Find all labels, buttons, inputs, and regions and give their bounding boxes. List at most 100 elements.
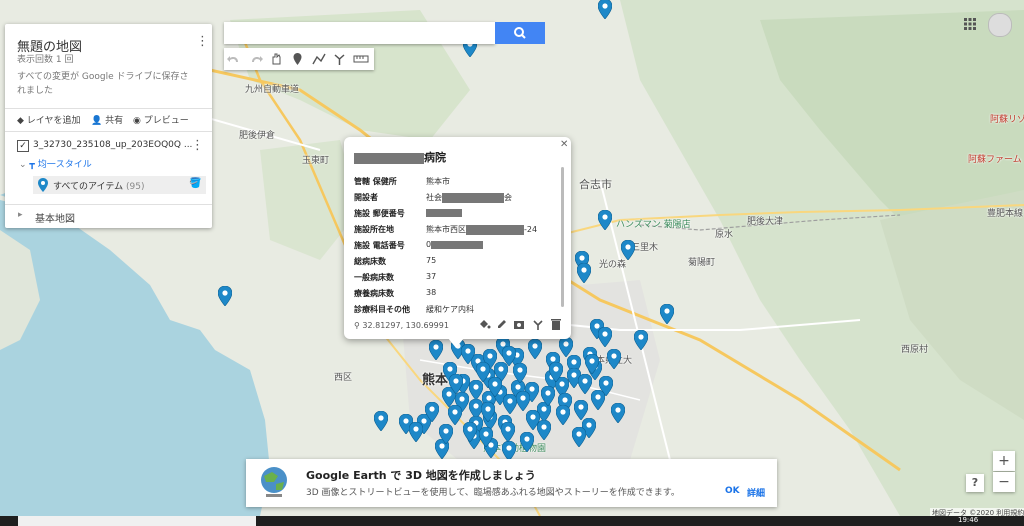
measure-button[interactable] bbox=[350, 48, 371, 70]
draw-line-button[interactable] bbox=[308, 48, 329, 70]
map-label-aso-villa: 阿蘇リゾート ヴィラ bbox=[990, 115, 1024, 125]
taskbar-search[interactable] bbox=[18, 516, 256, 526]
info-row-value-text: 37 bbox=[426, 272, 437, 281]
info-row-value-text: 38 bbox=[426, 288, 437, 297]
map-marker[interactable] bbox=[528, 339, 542, 359]
map-marker[interactable] bbox=[429, 340, 443, 360]
all-items-row[interactable]: すべてのアイテム (95) 🪣 bbox=[33, 176, 206, 194]
add-person-icon: 👤 bbox=[91, 116, 103, 126]
info-row-value-text: 社会 bbox=[426, 193, 442, 202]
map-marker[interactable] bbox=[541, 386, 555, 406]
directions-icon[interactable] bbox=[533, 320, 543, 330]
map-marker[interactable] bbox=[559, 337, 573, 357]
style-paint-icon[interactable] bbox=[480, 320, 491, 329]
map-marker[interactable] bbox=[611, 403, 625, 423]
promo-more-link[interactable]: 詳細 bbox=[747, 486, 765, 499]
map-marker[interactable] bbox=[526, 410, 540, 430]
map-marker[interactable] bbox=[425, 402, 439, 422]
map-marker[interactable] bbox=[607, 349, 621, 369]
map-marker[interactable] bbox=[449, 374, 463, 394]
edit-icon[interactable] bbox=[498, 320, 506, 328]
apps-grid-icon[interactable] bbox=[963, 17, 977, 31]
map-label-tokumatsu: 玉東町 bbox=[302, 156, 330, 166]
map-marker[interactable] bbox=[577, 263, 591, 283]
map-marker[interactable] bbox=[574, 400, 588, 420]
info-row: 開設者 社会 会 bbox=[354, 192, 559, 207]
view-count: 表示回数 1 回 bbox=[17, 55, 74, 65]
map-marker[interactable] bbox=[634, 330, 648, 350]
add-marker-button[interactable] bbox=[287, 48, 308, 70]
help-button[interactable]: ? bbox=[966, 474, 984, 492]
paint-bucket-icon[interactable]: 🪣 bbox=[189, 178, 201, 189]
info-row-key: 開設者 bbox=[354, 193, 378, 202]
map-marker[interactable] bbox=[448, 405, 462, 425]
map-label-higo-ozu: 肥後大津 bbox=[747, 217, 784, 227]
layer-name[interactable]: 3_32730_235108_up_203EOQ0Q ... bbox=[33, 140, 192, 150]
map-marker[interactable] bbox=[409, 422, 423, 442]
preview-label: プレビュー bbox=[143, 116, 189, 126]
style-link[interactable]: ⌄ ┳ 均一スタイル bbox=[19, 157, 92, 170]
promo-ok-button[interactable]: OK bbox=[725, 486, 740, 496]
search-input[interactable] bbox=[224, 22, 495, 44]
style-label: 均一スタイル bbox=[37, 160, 92, 170]
base-map-row[interactable]: ▸ 基本地図 bbox=[5, 204, 212, 225]
map-marker[interactable] bbox=[463, 422, 477, 442]
map-marker[interactable] bbox=[572, 427, 586, 447]
map-menu-icon[interactable]: ⋮ bbox=[196, 34, 209, 49]
map-marker[interactable] bbox=[621, 240, 635, 260]
undo-button[interactable] bbox=[224, 48, 245, 70]
directions-button[interactable] bbox=[329, 48, 350, 70]
map-marker[interactable] bbox=[218, 286, 232, 306]
zoom-in-button[interactable]: + bbox=[993, 451, 1015, 471]
map-marker[interactable] bbox=[549, 362, 563, 382]
layer-checkbox[interactable]: ✓ bbox=[17, 140, 29, 152]
redo-button[interactable] bbox=[245, 48, 266, 70]
map-marker[interactable] bbox=[503, 394, 517, 414]
info-row-value: 37 bbox=[426, 272, 436, 281]
map-marker[interactable] bbox=[520, 432, 534, 452]
preview-button[interactable]: ◉ プレビュー bbox=[133, 113, 189, 126]
layer-menu-icon[interactable]: ⋮ bbox=[191, 138, 204, 153]
pin-icon bbox=[38, 178, 48, 192]
map-marker[interactable] bbox=[585, 354, 599, 374]
map-marker[interactable] bbox=[439, 424, 453, 444]
search-button[interactable] bbox=[495, 22, 545, 44]
map-marker[interactable] bbox=[502, 441, 516, 461]
add-layer-button[interactable]: ◆ レイヤを追加 bbox=[17, 113, 81, 126]
avatar[interactable] bbox=[988, 13, 1012, 37]
map-marker[interactable] bbox=[598, 327, 612, 347]
map-marker[interactable] bbox=[501, 422, 515, 442]
map-label-sanri: 三里木 bbox=[631, 243, 659, 253]
layers-icon: ◆ bbox=[17, 116, 24, 126]
map-label-kyushu-exp: 九州自動車道 bbox=[245, 85, 300, 95]
close-icon[interactable]: ✕ bbox=[560, 139, 568, 150]
base-map-label: 基本地図 bbox=[35, 214, 75, 225]
info-scrollbar[interactable] bbox=[561, 167, 564, 307]
map-marker[interactable] bbox=[660, 304, 674, 324]
info-row-value: 熊本市 bbox=[426, 176, 450, 187]
map-marker[interactable] bbox=[476, 362, 490, 382]
map-marker[interactable] bbox=[598, 210, 612, 230]
redacted-block bbox=[426, 208, 462, 217]
map-marker[interactable] bbox=[479, 427, 493, 447]
share-button[interactable]: 👤 共有 bbox=[91, 113, 123, 126]
chevron-right-icon: ▸ bbox=[18, 210, 23, 220]
map-marker[interactable] bbox=[591, 390, 605, 410]
info-row: 総病床数 75 bbox=[354, 256, 559, 271]
map-marker[interactable] bbox=[598, 0, 612, 19]
info-row-value: 熊本市西区 -24 bbox=[426, 224, 537, 235]
map-marker[interactable] bbox=[513, 363, 527, 383]
map-marker[interactable] bbox=[502, 346, 516, 366]
map-marker[interactable] bbox=[481, 402, 495, 422]
map-label-goshi: 合志市 bbox=[579, 178, 612, 191]
map-marker[interactable] bbox=[556, 405, 570, 425]
map-marker[interactable] bbox=[516, 391, 530, 411]
zoom-out-button[interactable]: − bbox=[993, 472, 1015, 492]
coords-text: 32.81297, 130.69991 bbox=[362, 321, 449, 330]
map-marker[interactable] bbox=[488, 377, 502, 397]
info-window-pointer bbox=[448, 338, 464, 348]
trash-icon[interactable] bbox=[551, 319, 561, 330]
pan-button[interactable] bbox=[266, 48, 287, 70]
map-marker[interactable] bbox=[374, 411, 388, 431]
camera-icon[interactable] bbox=[514, 321, 524, 329]
